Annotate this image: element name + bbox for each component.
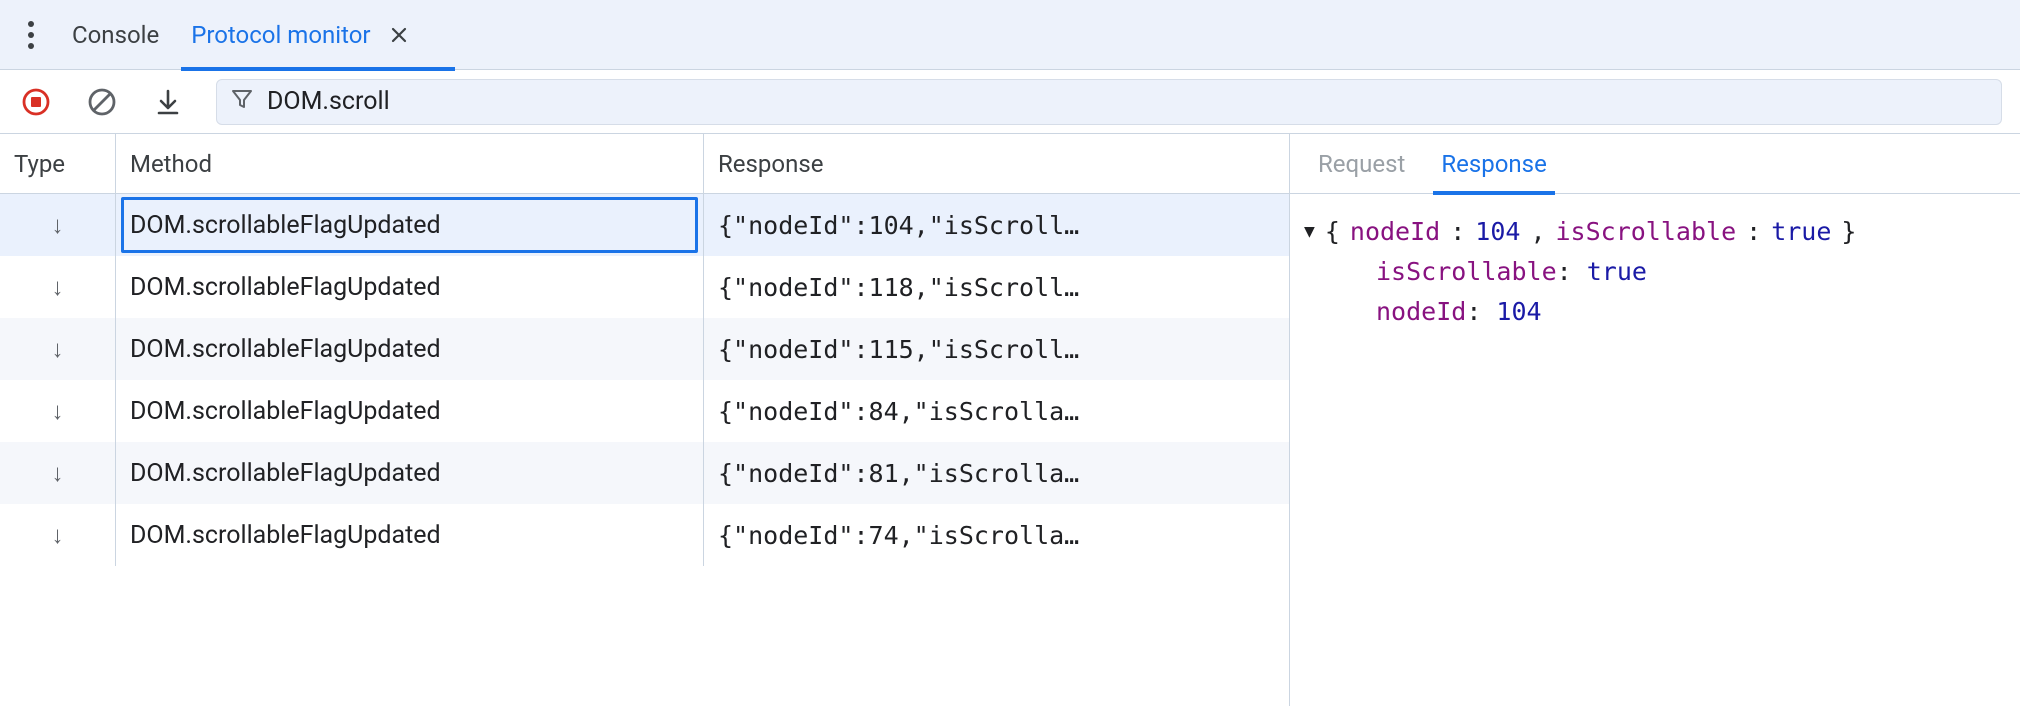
tab-protocol-monitor[interactable]: Protocol monitor — [187, 0, 412, 70]
tab-request[interactable]: Request — [1318, 134, 1405, 194]
table-row[interactable]: ↓ DOM.scrollableFlagUpdated {"nodeId":10… — [0, 194, 1289, 256]
expand-toggle-icon[interactable]: ▼ — [1304, 218, 1315, 247]
table-row[interactable]: ↓ DOM.scrollableFlagUpdated {"nodeId":11… — [0, 256, 1289, 318]
cell-type: ↓ — [0, 442, 116, 504]
table-row[interactable]: ↓ DOM.scrollableFlagUpdated {"nodeId":11… — [0, 318, 1289, 380]
main-panel: Type Method Response ↓ DOM.scrollableFla… — [0, 134, 2020, 706]
filter-input[interactable] — [267, 87, 1987, 116]
table-row[interactable]: ↓ DOM.scrollableFlagUpdated {"nodeId":84… — [0, 380, 1289, 442]
filter-input-container — [216, 79, 2002, 125]
tree-root[interactable]: ▼ {nodeId: 104, isScrollable: true} — [1304, 212, 2006, 252]
cell-method: DOM.scrollableFlagUpdated — [116, 442, 704, 504]
table-row[interactable]: ↓ DOM.scrollableFlagUpdated {"nodeId":81… — [0, 442, 1289, 504]
clear-button[interactable] — [84, 84, 120, 120]
cell-type: ↓ — [0, 256, 116, 318]
filter-icon — [231, 88, 253, 116]
column-header-method[interactable]: Method — [116, 134, 704, 193]
detail-body: ▼ {nodeId: 104, isScrollable: true} isSc… — [1290, 194, 2020, 706]
tree-property[interactable]: nodeId: 104 — [1304, 292, 2006, 332]
close-icon[interactable] — [389, 25, 409, 45]
record-button[interactable] — [18, 84, 54, 120]
tab-response[interactable]: Response — [1441, 134, 1546, 194]
tab-bar: Console Protocol monitor — [0, 0, 2020, 70]
toolbar — [0, 70, 2020, 134]
save-button[interactable] — [150, 84, 186, 120]
table-body: ↓ DOM.scrollableFlagUpdated {"nodeId":10… — [0, 194, 1289, 706]
cell-type: ↓ — [0, 380, 116, 442]
column-header-response[interactable]: Response — [704, 134, 1289, 193]
message-table-panel: Type Method Response ↓ DOM.scrollableFla… — [0, 134, 1290, 706]
column-header-type[interactable]: Type — [0, 134, 116, 193]
detail-panel: Request Response ▼ {nodeId: 104, isScrol… — [1290, 134, 2020, 706]
cell-response: {"nodeId":104,"isScroll… — [704, 194, 1289, 256]
tab-label: Protocol monitor — [191, 21, 370, 49]
cell-method: DOM.scrollableFlagUpdated — [116, 194, 704, 256]
tab-console[interactable]: Console — [68, 0, 163, 70]
cell-type: ↓ — [0, 194, 116, 256]
cell-response: {"nodeId":84,"isScrolla… — [704, 380, 1289, 442]
cell-method: DOM.scrollableFlagUpdated — [116, 504, 704, 566]
cell-type: ↓ — [0, 504, 116, 566]
cell-response: {"nodeId":115,"isScroll… — [704, 318, 1289, 380]
cell-method: DOM.scrollableFlagUpdated — [116, 318, 704, 380]
cell-method: DOM.scrollableFlagUpdated — [116, 256, 704, 318]
cell-response: {"nodeId":74,"isScrolla… — [704, 504, 1289, 566]
cell-method: DOM.scrollableFlagUpdated — [116, 380, 704, 442]
table-row[interactable]: ↓ DOM.scrollableFlagUpdated {"nodeId":74… — [0, 504, 1289, 566]
cell-type: ↓ — [0, 318, 116, 380]
cell-response: {"nodeId":118,"isScroll… — [704, 256, 1289, 318]
more-menu-button[interactable] — [18, 13, 44, 57]
tab-label: Console — [72, 21, 159, 49]
detail-tab-bar: Request Response — [1290, 134, 2020, 194]
tree-property[interactable]: isScrollable: true — [1304, 252, 2006, 292]
table-header-row: Type Method Response — [0, 134, 1289, 194]
cell-response: {"nodeId":81,"isScrolla… — [704, 442, 1289, 504]
